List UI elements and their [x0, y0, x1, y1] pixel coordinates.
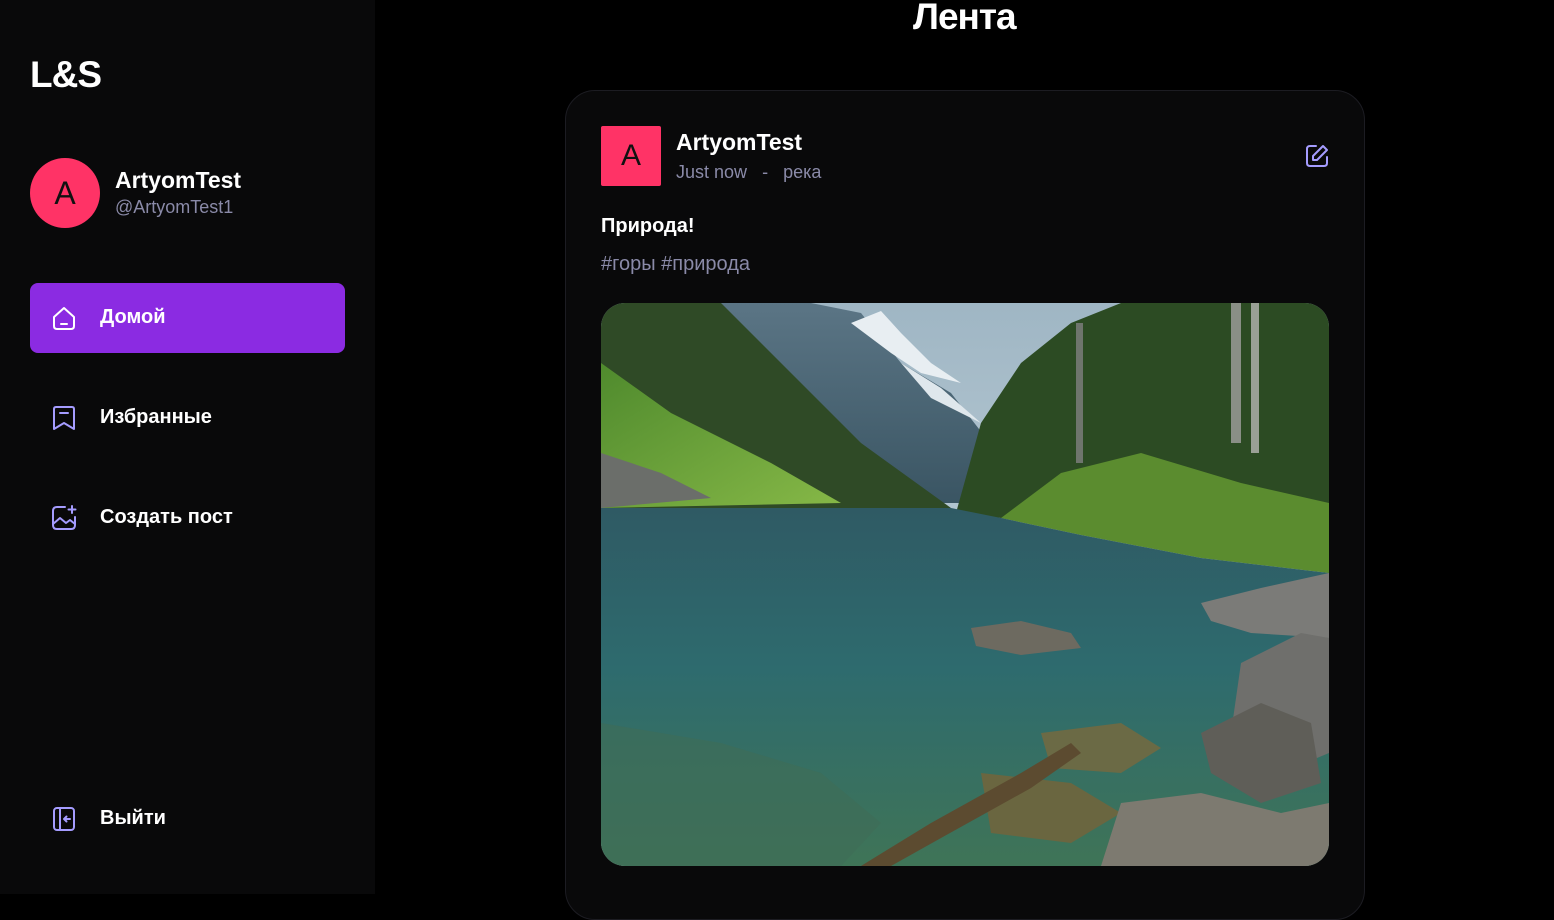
sidebar-item-create-post[interactable]: Создать пост: [30, 483, 345, 553]
sidebar-item-label: Избранные: [100, 406, 212, 428]
post-image[interactable]: [601, 303, 1329, 866]
sidebar-item-favorites[interactable]: Избранные: [30, 383, 345, 453]
post-time: Just now: [676, 162, 748, 182]
post-tags[interactable]: #горы #природа: [601, 253, 750, 276]
sidebar-item-label: Домой: [100, 306, 166, 328]
meta-separator: -: [762, 162, 769, 182]
sidebar-item-label: Создать пост: [100, 506, 233, 528]
logout-icon: [53, 807, 75, 831]
app-logo[interactable]: L&S: [30, 54, 102, 96]
post-meta: Just now - река: [676, 162, 831, 183]
edit-icon[interactable]: [1304, 143, 1330, 169]
post-author[interactable]: ArtyomTest: [676, 129, 802, 156]
mountain-lake-landscape: [601, 303, 1329, 866]
post-location: река: [783, 162, 822, 182]
home-icon: [53, 307, 75, 330]
page-title: Лента: [913, 0, 1017, 37]
image-add-icon: [52, 505, 77, 530]
logout-button[interactable]: Выйти: [30, 784, 345, 854]
sidebar: L&S A ArtyomTest @ArtyomTest1 Домой Избр…: [0, 0, 375, 894]
sidebar-item-home[interactable]: Домой: [30, 283, 345, 353]
profile-card[interactable]: A ArtyomTest @ArtyomTest1: [30, 158, 350, 228]
post-avatar[interactable]: A: [601, 126, 661, 186]
avatar[interactable]: A: [30, 158, 100, 228]
logout-label: Выйти: [100, 807, 166, 829]
post-card: A ArtyomTest Just now - река Природа! #г…: [565, 90, 1365, 920]
bookmark-icon: [53, 406, 75, 430]
post-text: Природа!: [601, 215, 695, 237]
profile-handle: @ArtyomTest1: [115, 197, 234, 217]
profile-name: ArtyomTest: [115, 167, 242, 193]
